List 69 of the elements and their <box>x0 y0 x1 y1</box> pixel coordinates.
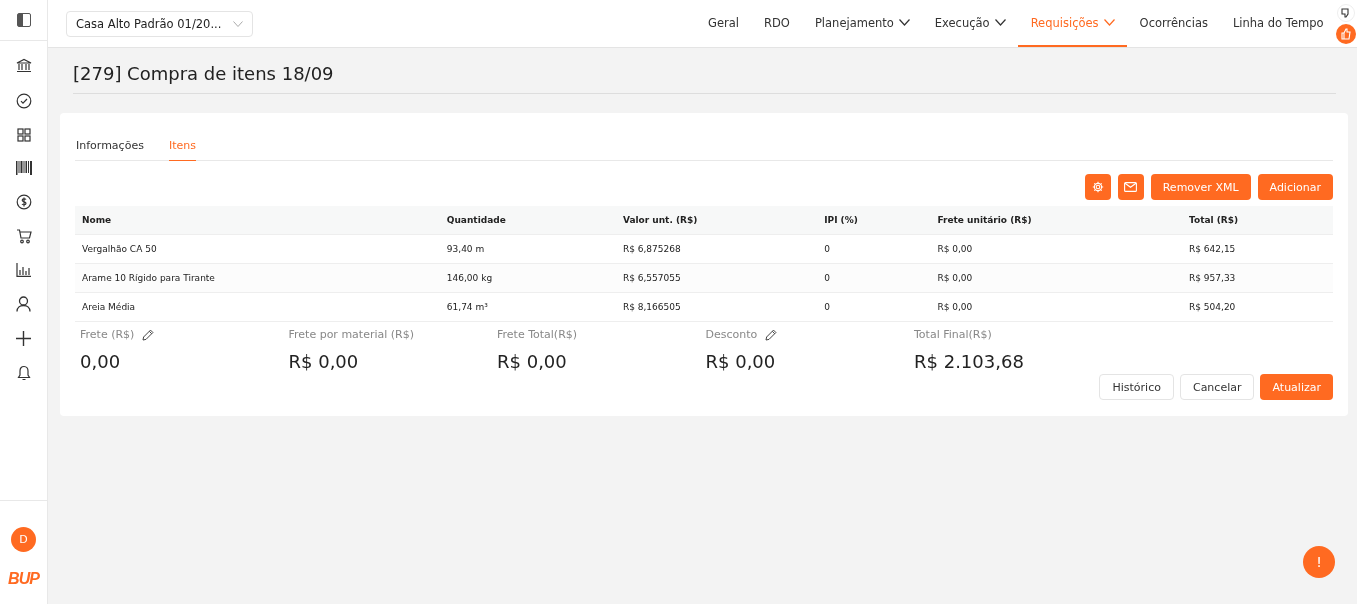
summary-value: R$ 2.103,68 <box>914 351 1025 372</box>
table-cell: R$ 0,00 <box>937 273 973 283</box>
table-cell: 93,40 m <box>446 244 485 254</box>
summary-label: Frete Total(R$) <box>497 328 578 341</box>
column-header: Frete unitário (R$) <box>937 215 1032 225</box>
check-circle-icon[interactable] <box>15 93 32 109</box>
plus-icon[interactable] <box>16 331 31 346</box>
summary-value: 0,00 <box>80 351 122 372</box>
action-button[interactable]: Histórico <box>1099 374 1174 400</box>
table-cell: Areia Média <box>82 302 136 312</box>
edit-pencil-icon[interactable] <box>765 328 778 341</box>
table-cell: 0 <box>824 273 830 283</box>
column-header: Total (R$) <box>1189 215 1239 225</box>
mail-button[interactable] <box>1117 174 1144 200</box>
chevron-down-icon <box>994 19 1006 26</box>
summary-value: R$ 0,00 <box>497 351 568 372</box>
chevron-down-icon <box>233 20 244 27</box>
table-cell: Vergalhão CA 50 <box>82 244 157 254</box>
bank-icon[interactable] <box>15 58 32 74</box>
table-cell: R$ 6,875268 <box>622 244 681 254</box>
sidebar-toggle-icon[interactable] <box>16 13 31 27</box>
barcode-icon[interactable] <box>15 161 32 175</box>
summary-value: R$ 0,00 <box>288 351 360 372</box>
table-cell: 146,00 kg <box>446 273 493 283</box>
bell-icon[interactable] <box>16 365 31 381</box>
summary-label: Frete por material (R$) <box>288 328 415 341</box>
table-cell: Arame 10 Rígido para Tirante <box>82 273 215 283</box>
table-cell: 0 <box>824 244 830 254</box>
cart-icon[interactable] <box>15 229 32 244</box>
bar-chart-icon[interactable] <box>16 263 31 277</box>
edit-pencil-icon[interactable] <box>142 328 155 341</box>
settings-icon <box>1091 181 1104 193</box>
column-header: Nome <box>82 215 112 225</box>
nav-tab[interactable]: RDO <box>751 0 803 47</box>
column-header: IPI (%) <box>824 215 858 225</box>
column-header: Quantidade <box>446 215 506 225</box>
nav-tab[interactable]: Ocorrências <box>1127 0 1221 47</box>
grid-icon[interactable] <box>16 128 31 142</box>
table-cell: R$ 957,33 <box>1189 273 1236 283</box>
summary-label: Total Final(R$) <box>914 328 992 341</box>
brand-logo: BUP <box>8 570 39 588</box>
mail-icon <box>1124 182 1138 192</box>
table-cell: 61,74 m³ <box>446 302 488 312</box>
summary-label: Desconto <box>705 328 758 341</box>
dollar-icon[interactable] <box>15 194 32 210</box>
table-cell: R$ 642,15 <box>1189 244 1236 254</box>
user-icon[interactable] <box>16 296 31 312</box>
table-cell: R$ 8,166505 <box>622 302 681 312</box>
table-cell: R$ 0,00 <box>937 244 973 254</box>
table-cell: R$ 6,557055 <box>622 273 681 283</box>
nav-tab[interactable]: Planejamento <box>802 0 923 47</box>
nav-tab[interactable]: Execução <box>922 0 1019 47</box>
nav-tab[interactable]: Geral <box>695 0 752 47</box>
tab[interactable]: Informações <box>76 129 144 161</box>
table-cell: R$ 0,00 <box>937 302 973 312</box>
column-header: Valor unt. (R$) <box>622 215 698 225</box>
thumbs-up-icon[interactable] <box>1336 23 1356 44</box>
chevron-down-icon <box>1103 19 1115 26</box>
action-button[interactable]: Cancelar <box>1179 374 1255 400</box>
thumbs-down-icon[interactable] <box>1337 3 1355 22</box>
nav-tab[interactable]: Linha do Tempo <box>1220 0 1336 47</box>
summary-label: Frete (R$) <box>80 328 135 341</box>
settings-button[interactable] <box>1084 174 1111 200</box>
chevron-down-icon <box>898 19 910 26</box>
page-title: [279] Compra de itens 18/09 <box>73 48 1336 94</box>
table-cell: R$ 504,20 <box>1189 302 1236 312</box>
project-selector[interactable]: Casa Alto Padrão 01/20... <box>66 10 254 37</box>
summary-value: R$ 0,00 <box>705 351 777 372</box>
table-cell: 0 <box>824 302 830 312</box>
